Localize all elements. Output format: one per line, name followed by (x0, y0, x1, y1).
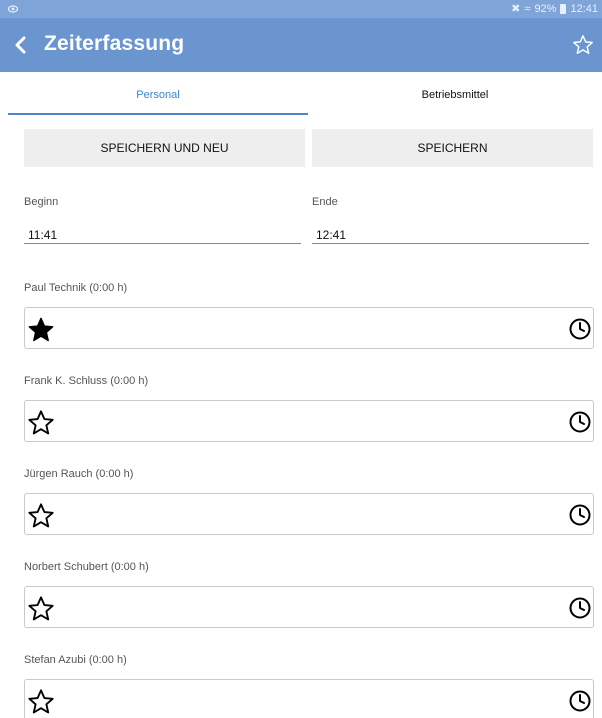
wifi-icon: ≈ (524, 2, 531, 15)
tab-bar: Personal Betriebsmittel (0, 74, 602, 116)
page-title: Zeiterfassung (44, 32, 185, 55)
clock-icon[interactable] (568, 410, 592, 434)
person-row[interactable] (24, 586, 594, 628)
person-label: Frank K. Schluss (0:00 h) (24, 375, 149, 387)
battery-percent: 92% (534, 2, 557, 15)
end-label: Ende (312, 196, 338, 208)
tab-indicator (8, 113, 308, 115)
person-row[interactable] (24, 679, 594, 718)
clock-icon[interactable] (568, 689, 592, 713)
person-row[interactable] (24, 307, 594, 349)
person-label: Paul Technik (0:00 h) (24, 282, 128, 294)
star-outline-icon[interactable] (27, 595, 55, 623)
star-outline-icon[interactable] (27, 688, 55, 716)
begin-underline (24, 243, 301, 244)
status-bar: ✖ ≈ 92% 12:41 (0, 0, 602, 18)
person-row[interactable] (24, 400, 594, 442)
person-label: Norbert Schubert (0:00 h) (24, 561, 149, 573)
save-and-new-button[interactable]: SPEICHERN UND NEU (24, 129, 305, 167)
star-outline-icon[interactable] (572, 34, 594, 56)
clock-icon[interactable] (568, 317, 592, 341)
clock-time: 12:41 (570, 2, 598, 15)
tab-personal[interactable]: Personal (8, 74, 308, 116)
battery-icon (560, 3, 567, 14)
mute-icon: ✖ (511, 3, 521, 15)
status-indicators: ✖ ≈ 92% 12:41 (511, 2, 598, 16)
eye-icon (8, 5, 18, 13)
person-label: Stefan Azubi (0:00 h) (24, 654, 127, 666)
tab-betriebsmittel[interactable]: Betriebsmittel (308, 74, 602, 116)
end-underline (312, 243, 589, 244)
person-label: Jürgen Rauch (0:00 h) (24, 468, 134, 480)
star-outline-icon[interactable] (27, 502, 55, 530)
end-input[interactable]: 12:41 (316, 228, 346, 242)
begin-input[interactable]: 11:41 (28, 228, 57, 242)
begin-label: Beginn (24, 196, 59, 208)
app-bar: Zeiterfassung (0, 18, 602, 72)
clock-icon[interactable] (568, 503, 592, 527)
star-filled-icon[interactable] (27, 316, 55, 344)
clock-icon[interactable] (568, 596, 592, 620)
star-outline-icon[interactable] (27, 409, 55, 437)
person-row[interactable] (24, 493, 594, 535)
save-button[interactable]: SPEICHERN (312, 129, 593, 167)
back-arrow-icon[interactable] (12, 36, 30, 54)
